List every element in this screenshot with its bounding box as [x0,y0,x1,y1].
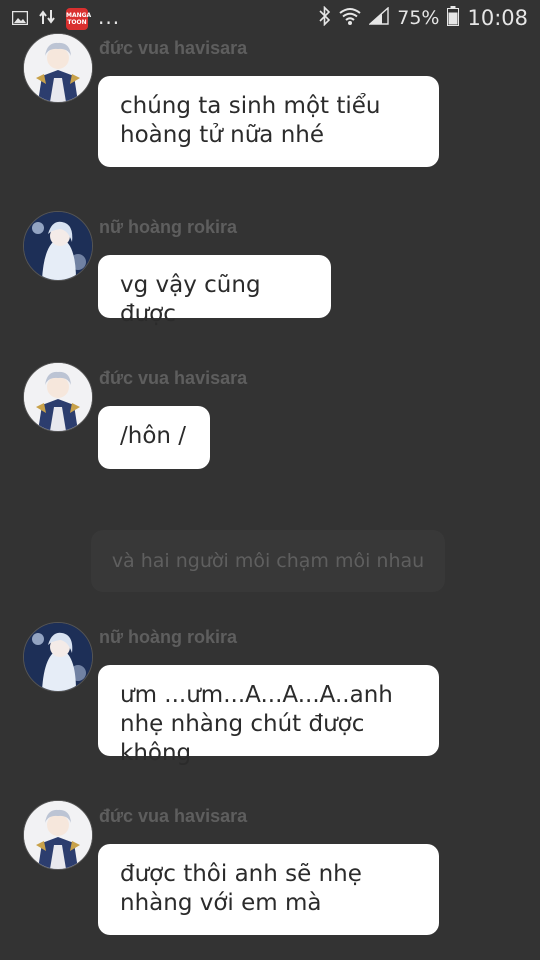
queen-portrait-icon [24,212,92,280]
narration-bubble: và hai người môi chạm môi nhau [91,530,445,592]
avatar[interactable] [23,362,93,432]
avatar[interactable] [23,211,93,281]
message-bubble[interactable]: vg vậy cũng được [98,255,331,327]
wifi-icon [339,6,361,30]
more-notifications-indicator: ... [98,5,121,29]
status-bar: MANGA TOON ... 75% 10:08 [0,0,540,36]
king-portrait-icon [24,363,92,431]
message-bubble[interactable]: /hôn / [98,406,210,469]
battery-percentage: 75% [397,7,440,29]
avatar[interactable] [23,33,93,103]
image-icon [11,10,29,29]
transfer-arrows-icon [38,9,56,29]
sender-name: nữ hoàng rokira [99,627,238,647]
status-time: 10:08 [467,6,528,30]
sender-name: đức vua havisara [99,38,248,58]
sender-name: nữ hoàng rokira [99,217,238,237]
sender-name: đức vua havisara [99,368,248,388]
queen-portrait-icon [24,623,92,691]
battery-icon [447,6,460,30]
king-portrait-icon [24,801,92,869]
message-bubble[interactable]: ưm ...ưm...A...A...A..anh nhẹ nhàng chút… [98,665,439,766]
message-bubble[interactable]: được thôi anh sẽ nhẹ nhàng với em mà [98,844,439,935]
sender-name: đức vua havisara [99,806,248,826]
bluetooth-icon [319,5,331,30]
message-bubble[interactable]: chúng ta sinh một tiểu hoàng tử nữa nhé [98,76,439,167]
king-portrait-icon [24,34,92,102]
manga-toon-app-icon: MANGA TOON [66,8,92,30]
manga-app-label: MANGA TOON [66,12,92,26]
signal-icon [368,6,389,29]
avatar[interactable] [23,622,93,692]
avatar[interactable] [23,800,93,870]
